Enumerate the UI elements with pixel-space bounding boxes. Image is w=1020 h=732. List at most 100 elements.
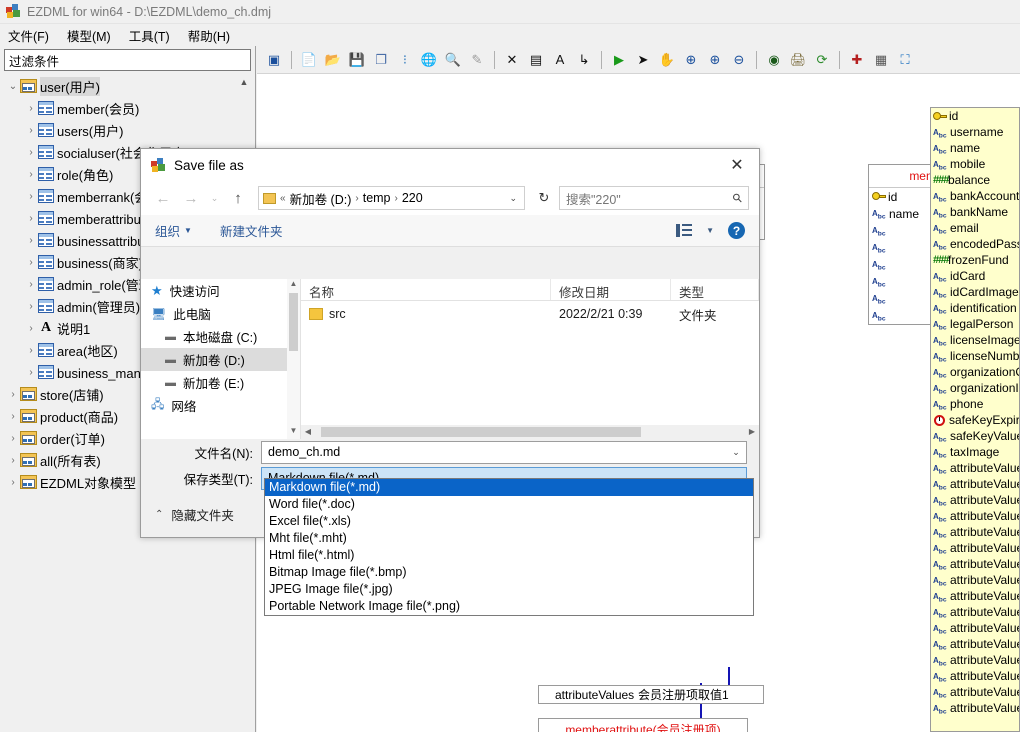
new-folder-button[interactable]: 新建文件夹 — [220, 221, 283, 240]
add-relation-icon[interactable]: ↳ — [573, 49, 595, 71]
filename-input[interactable]: demo_ch.md ⌄ — [261, 440, 747, 464]
add-table-icon[interactable]: ▤ — [525, 49, 547, 71]
nav-pane-item[interactable]: 🖥 此电脑 — [141, 302, 300, 325]
list-item[interactable]: Abc bankName — [931, 204, 1019, 220]
chevron-right-icon[interactable]: › — [24, 345, 38, 356]
add-text-icon[interactable]: A — [549, 49, 571, 71]
list-item[interactable]: AbcattributeValue5 — [931, 524, 1019, 540]
chevron-right-icon[interactable]: › — [24, 367, 38, 378]
dropdown-option[interactable]: Bitmap Image file(*.bmp) — [265, 564, 753, 581]
list-item[interactable]: Abc licenseImage — [931, 332, 1019, 348]
list-item[interactable]: Abc taxImage — [931, 444, 1019, 460]
chevron-right-icon[interactable]: › — [24, 257, 38, 268]
field-list-panel[interactable]: id Abc username Abc name Abc mobile ### balance A… — [930, 107, 1020, 732]
search-input[interactable]: 搜索"220" ⚲ — [559, 186, 749, 210]
pan-hand-icon[interactable]: ✋ — [656, 49, 678, 71]
list-item[interactable]: AbcattributeValue15 — [931, 684, 1019, 700]
scroll-right-icon[interactable]: ▶ — [745, 425, 759, 439]
list-item[interactable]: AbcattributeValue8 — [931, 572, 1019, 588]
list-item[interactable]: AbcattributeValue16 — [931, 700, 1019, 716]
chevron-right-icon[interactable]: › — [24, 147, 38, 158]
list-item[interactable]: AbcattributeValue1 — [931, 460, 1019, 476]
collapse-panel-icon[interactable]: ▣ — [263, 49, 285, 71]
list-item[interactable]: Abc name — [931, 140, 1019, 156]
navigation-pane[interactable]: ★ 快速访问 🖥 此电脑 ▬ 本地磁盘 (C:) ▬ 新加卷 (D:) ▬ 新加卷 (E:) 🖧 网络… — [141, 279, 301, 439]
list-item[interactable]: AbcattributeValue4 — [931, 508, 1019, 524]
filetype-dropdown-list[interactable]: Markdown file(*.md) Word file(*.doc) Excel… — [264, 478, 754, 616]
column-header-name[interactable]: ^ 名称 — [301, 279, 551, 300]
list-item[interactable]: Abc safeKeyValue — [931, 428, 1019, 444]
dropdown-option[interactable]: Word file(*.doc) — [265, 496, 753, 513]
scroll-down-icon[interactable]: ▼ — [287, 426, 300, 439]
list-item[interactable]: AbcattributeValue11 — [931, 620, 1019, 636]
entity-table[interactable]: memberattribute(会员注册项)idIDAbcname名称type类… — [538, 718, 748, 732]
list-item[interactable]: Abc bankAccount — [931, 188, 1019, 204]
file-name-cell[interactable]: src — [301, 307, 551, 321]
breadcrumb-item-220[interactable]: 220 — [402, 191, 423, 205]
recent-locations-icon[interactable]: ⌄ — [207, 186, 222, 210]
chevron-right-icon[interactable]: › — [24, 191, 38, 202]
navpane-scrollbar[interactable]: ▲ ▼ — [287, 279, 300, 439]
print-icon[interactable]: 🖨 — [787, 49, 809, 71]
new-file-icon[interactable]: 📄 — [298, 49, 320, 71]
export-doc-icon[interactable]: ▦ — [870, 49, 892, 71]
breadcrumb-item-temp[interactable]: temp — [363, 191, 391, 205]
menu-help[interactable]: 帮助(H) — [188, 26, 230, 45]
list-item[interactable]: safeKeyExpireDate — [931, 412, 1019, 428]
list-item[interactable]: ### balance — [931, 172, 1019, 188]
menu-file[interactable]: 文件(F) — [8, 26, 49, 45]
chevron-right-icon[interactable]: › — [24, 323, 38, 334]
tree-scroll-up-icon[interactable]: ▲ — [237, 75, 251, 89]
forward-icon[interactable]: → — [179, 186, 203, 210]
tree-item[interactable]: › users(用户) — [4, 119, 251, 141]
reverse-engineer-icon[interactable]: ⁝ — [394, 49, 416, 71]
chevron-right-icon[interactable]: › — [24, 103, 38, 114]
list-item[interactable]: Abc identification — [931, 300, 1019, 316]
file-list-pane[interactable]: ^ 名称 修改日期 类型 src 2022/2/21 0:39 文件夹 ◀ ▶ — [301, 279, 759, 439]
list-item[interactable]: AbcencodedPassword — [931, 236, 1019, 252]
list-item[interactable]: AbcattributeValue10 — [931, 604, 1019, 620]
nav-pane-item[interactable]: ▬ 新加卷 (D:) — [141, 348, 300, 371]
chevron-down-icon[interactable]: ▼ — [706, 226, 714, 235]
dropdown-option[interactable]: Excel file(*.xls) — [265, 513, 753, 530]
filter-input[interactable]: 过滤条件 — [4, 49, 251, 71]
list-item[interactable]: AbcattributeValue13 — [931, 652, 1019, 668]
table-row[interactable]: src 2022/2/21 0:39 文件夹 — [301, 301, 759, 327]
list-item[interactable]: AbcattributeValue3 — [931, 492, 1019, 508]
chevron-right-icon[interactable]: › — [6, 411, 20, 422]
tree-item[interactable]: ⌄ user(用户) — [4, 75, 251, 97]
save-file-icon[interactable]: 💾 — [346, 49, 368, 71]
list-item[interactable]: Abc email — [931, 220, 1019, 236]
view-layout-icon[interactable] — [676, 224, 693, 237]
scroll-up-icon[interactable]: ▲ — [287, 279, 300, 292]
refresh-doc-icon[interactable]: ⟳ — [811, 49, 833, 71]
fullscreen-icon[interactable]: ⛶ — [894, 49, 916, 71]
help-icon[interactable]: ? — [728, 222, 745, 239]
list-item[interactable]: AbcorganizationCode — [931, 364, 1019, 380]
database-connect-icon[interactable]: 🌐 — [418, 49, 440, 71]
entity-field-row[interactable]: attributeValues 会员注册项取值1 — [538, 685, 764, 704]
file-list-hscrollbar[interactable]: ◀ ▶ — [301, 425, 759, 439]
breadcrumb-item-drive[interactable]: 新加卷 (D:) — [290, 189, 352, 208]
hide-folders-toggle[interactable]: ⌃ 隐藏文件夹 — [155, 505, 234, 524]
delete-icon[interactable]: ✕ — [501, 49, 523, 71]
scroll-track[interactable] — [315, 425, 745, 439]
zoom-fit-icon[interactable]: ⊕ — [680, 49, 702, 71]
list-item[interactable]: AbcattributeValue12 — [931, 636, 1019, 652]
list-item[interactable]: ### frozenFund — [931, 252, 1019, 268]
dropdown-option[interactable]: JPEG Image file(*.jpg) — [265, 581, 753, 598]
find-icon[interactable]: 🔍 — [442, 49, 464, 71]
chevron-right-icon[interactable]: › — [6, 455, 20, 466]
chevron-down-icon[interactable]: ⌄ — [509, 193, 520, 204]
list-item[interactable]: AbclicenseNumber — [931, 348, 1019, 364]
edit-pencil-icon[interactable]: ✎ — [466, 49, 488, 71]
list-item[interactable]: Abc mobile — [931, 156, 1019, 172]
chevron-right-icon[interactable]: › — [24, 235, 38, 246]
chevron-right-icon[interactable]: › — [24, 169, 38, 180]
dropdown-option[interactable]: Markdown file(*.md) — [265, 479, 753, 496]
list-item[interactable]: Abc legalPerson — [931, 316, 1019, 332]
chevron-down-icon[interactable]: ⌄ — [726, 447, 746, 458]
chevron-right-icon[interactable]: › — [24, 125, 38, 136]
dropdown-option[interactable]: Mht file(*.mht) — [265, 530, 753, 547]
zoom-out-icon[interactable]: ⊖ — [728, 49, 750, 71]
